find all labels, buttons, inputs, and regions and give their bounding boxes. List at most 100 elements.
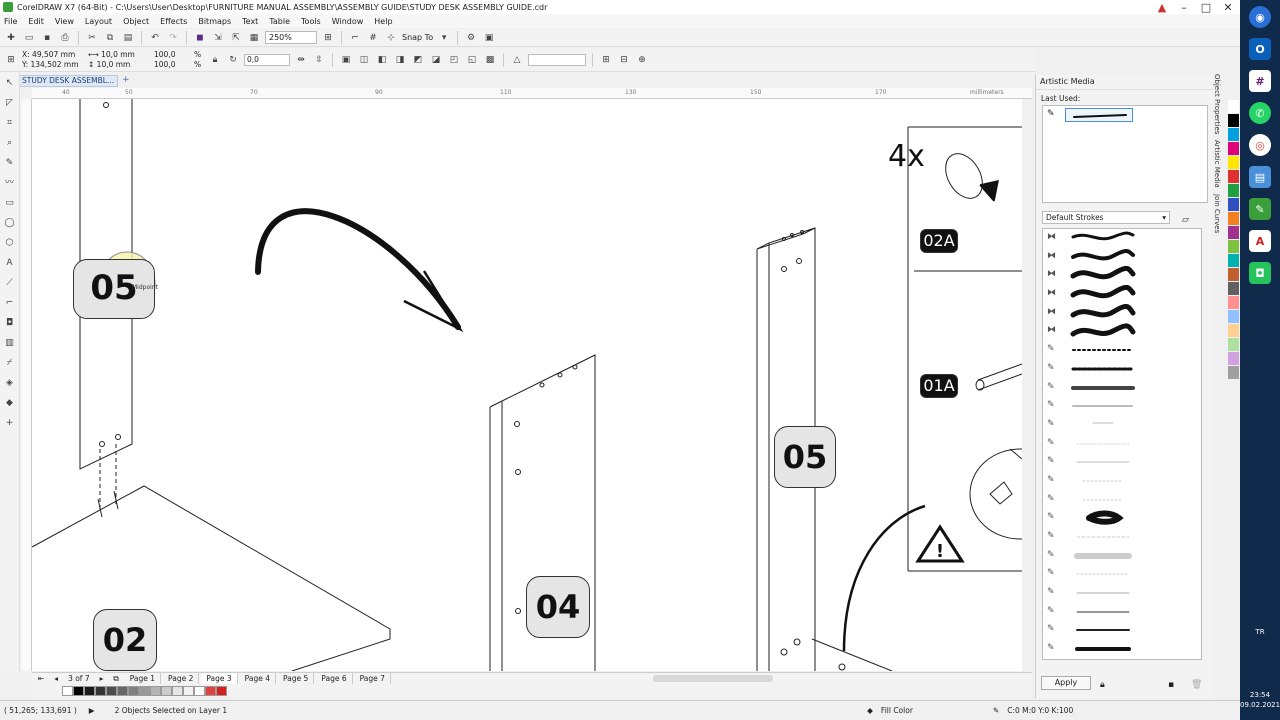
menu-window[interactable]: Window [332, 17, 364, 26]
add-tools-icon[interactable]: + [3, 416, 17, 430]
export-icon[interactable]: ⇱ [229, 31, 243, 45]
stroke-item[interactable]: ⧓ [1043, 285, 1201, 304]
mirror-vertical-icon[interactable]: ⇳ [312, 53, 326, 67]
palette-swatch[interactable] [73, 686, 84, 696]
stroke-item[interactable]: ⧓ [1043, 248, 1201, 267]
tab-join-curves[interactable]: Join Curves [1213, 194, 1221, 233]
stroke-item[interactable]: ✎ [1043, 453, 1201, 472]
palette-swatch[interactable] [95, 686, 106, 696]
strip-swatch[interactable] [1228, 198, 1239, 212]
strip-swatch[interactable] [1228, 156, 1239, 170]
system-clock[interactable]: 23:54 09.02.2021 [1240, 690, 1280, 710]
previous-page-icon[interactable]: ◂ [50, 674, 62, 683]
wrap-text-icon[interactable]: ⊞ [599, 53, 613, 67]
horizontal-ruler[interactable]: 40 50 70 90 110 130 150 170 millimeters [32, 88, 1032, 99]
copy-icon[interactable]: ⧉ [103, 31, 117, 45]
strip-swatch[interactable] [1228, 254, 1239, 268]
page-tab-3[interactable]: Page 3 [201, 673, 238, 684]
options-icon[interactable]: ⚙ [464, 31, 478, 45]
browse-folder-icon[interactable]: ▱ [1182, 215, 1189, 225]
stroke-item[interactable]: ✎ [1043, 416, 1201, 435]
lock-ratio-icon[interactable]: 🔒︎ [208, 53, 222, 67]
outline-color-label[interactable]: C:0 M:0 Y:0 K:100 [1007, 706, 1073, 715]
height-field[interactable]: ↕ 10,0 mm [88, 60, 150, 70]
connector-tool-icon[interactable]: ⌐ [3, 296, 17, 310]
strip-swatch[interactable] [1228, 114, 1239, 128]
menu-view[interactable]: View [55, 17, 74, 26]
menu-bitmaps[interactable]: Bitmaps [198, 17, 231, 26]
palette-swatch[interactable] [172, 686, 183, 696]
strip-swatch[interactable] [1228, 366, 1239, 380]
rotation-angle-field[interactable]: 0,0 [244, 53, 290, 66]
strip-swatch[interactable] [1228, 184, 1239, 198]
scale-width-field[interactable]: 100,0 [154, 50, 190, 60]
redo-icon[interactable]: ↷ [166, 31, 180, 45]
outline-width-select[interactable] [528, 53, 586, 66]
menu-file[interactable]: File [4, 17, 17, 26]
trim-icon[interactable]: ◨ [393, 53, 407, 67]
page-tab-1[interactable]: Page 1 [125, 673, 162, 684]
strip-swatch[interactable] [1228, 240, 1239, 254]
page-tab-7[interactable]: Page 7 [355, 673, 391, 684]
palette-swatch[interactable] [106, 686, 117, 696]
palette-swatch[interactable] [150, 686, 161, 696]
publish-pdf-icon[interactable]: ▦ [247, 31, 261, 45]
stroke-item[interactable]: ⧓ [1043, 303, 1201, 323]
tab-object-properties[interactable]: Object Properties [1213, 74, 1221, 134]
polygon-tool-icon[interactable]: ⬡ [3, 236, 17, 250]
strip-swatch[interactable] [1228, 310, 1239, 324]
quick-customize-icon[interactable]: ⊕ [635, 53, 649, 67]
interactive-fill-tool-icon[interactable]: ◈ [3, 376, 17, 390]
part-label-02a[interactable]: 02A [920, 229, 958, 253]
part-label-02[interactable]: 02 [93, 609, 157, 671]
last-used-stroke[interactable] [1065, 108, 1133, 122]
strip-swatch[interactable] [1228, 296, 1239, 310]
fill-icon[interactable]: ◆ [867, 706, 873, 715]
strip-swatch[interactable] [1228, 226, 1239, 240]
palette-swatch[interactable] [84, 686, 95, 696]
align-distribute-icon[interactable]: ⊟ [617, 53, 631, 67]
full-screen-icon[interactable]: ⊞ [321, 31, 335, 45]
weld-icon[interactable]: ◧ [375, 53, 389, 67]
undo-icon[interactable]: ↶ [148, 31, 162, 45]
notification-icon[interactable]: ▲ [1156, 1, 1168, 14]
stroke-item[interactable]: ✎ [1043, 379, 1201, 398]
maximize-button[interactable]: □ [1200, 1, 1212, 14]
page-tab-6[interactable]: Page 6 [316, 673, 353, 684]
stroke-item[interactable]: ✎ [1043, 341, 1201, 360]
show-rulers-icon[interactable]: ⌐ [348, 31, 362, 45]
pick-tool-icon[interactable]: ↖ [3, 76, 17, 90]
artistic-media-tool-icon[interactable]: 〰 [3, 176, 17, 190]
palette-swatch[interactable] [216, 686, 227, 696]
new-document-icon[interactable]: ✚ [4, 31, 18, 45]
menu-layout[interactable]: Layout [85, 17, 112, 26]
y-position-field[interactable]: Y: 134,502 mm [22, 60, 84, 70]
whatsapp-icon[interactable]: ✆ [1249, 102, 1271, 124]
outlook-icon[interactable]: O [1249, 38, 1271, 60]
menu-help[interactable]: Help [374, 17, 392, 26]
palette-swatch[interactable] [128, 686, 139, 696]
width-field[interactable]: ⟷ 10,0 mm [88, 50, 150, 60]
stroke-item[interactable]: ✎ [1043, 435, 1201, 454]
lock-icon[interactable]: 🔒︎ [1100, 680, 1105, 690]
strip-swatch[interactable] [1228, 352, 1239, 366]
coreldraw-taskbar-icon[interactable]: ✎ [1249, 198, 1271, 220]
menu-text[interactable]: Text [242, 17, 258, 26]
menu-effects[interactable]: Effects [160, 17, 187, 26]
strip-swatch[interactable] [1228, 170, 1239, 184]
stroke-item[interactable]: ✎ [1043, 603, 1201, 622]
play-icon[interactable]: ▶ [89, 706, 95, 715]
stroke-item[interactable]: ✎ [1043, 491, 1201, 510]
palette-swatch[interactable] [117, 686, 128, 696]
stroke-item[interactable]: ✎ [1043, 584, 1201, 603]
cut-icon[interactable]: ✂ [85, 31, 99, 45]
stroke-item[interactable]: ⧓ [1043, 322, 1201, 341]
language-indicator[interactable]: TR [1240, 628, 1280, 636]
stroke-item[interactable]: ✎ [1043, 397, 1201, 416]
search-content-icon[interactable]: ◼ [193, 31, 207, 45]
save-stroke-icon[interactable]: ▪ [1168, 680, 1174, 690]
paste-icon[interactable]: ▤ [121, 31, 135, 45]
close-button[interactable]: ✕ [1222, 1, 1234, 14]
add-page-icon[interactable]: ⧉ [109, 674, 122, 684]
print-icon[interactable]: ⎙ [58, 31, 72, 45]
